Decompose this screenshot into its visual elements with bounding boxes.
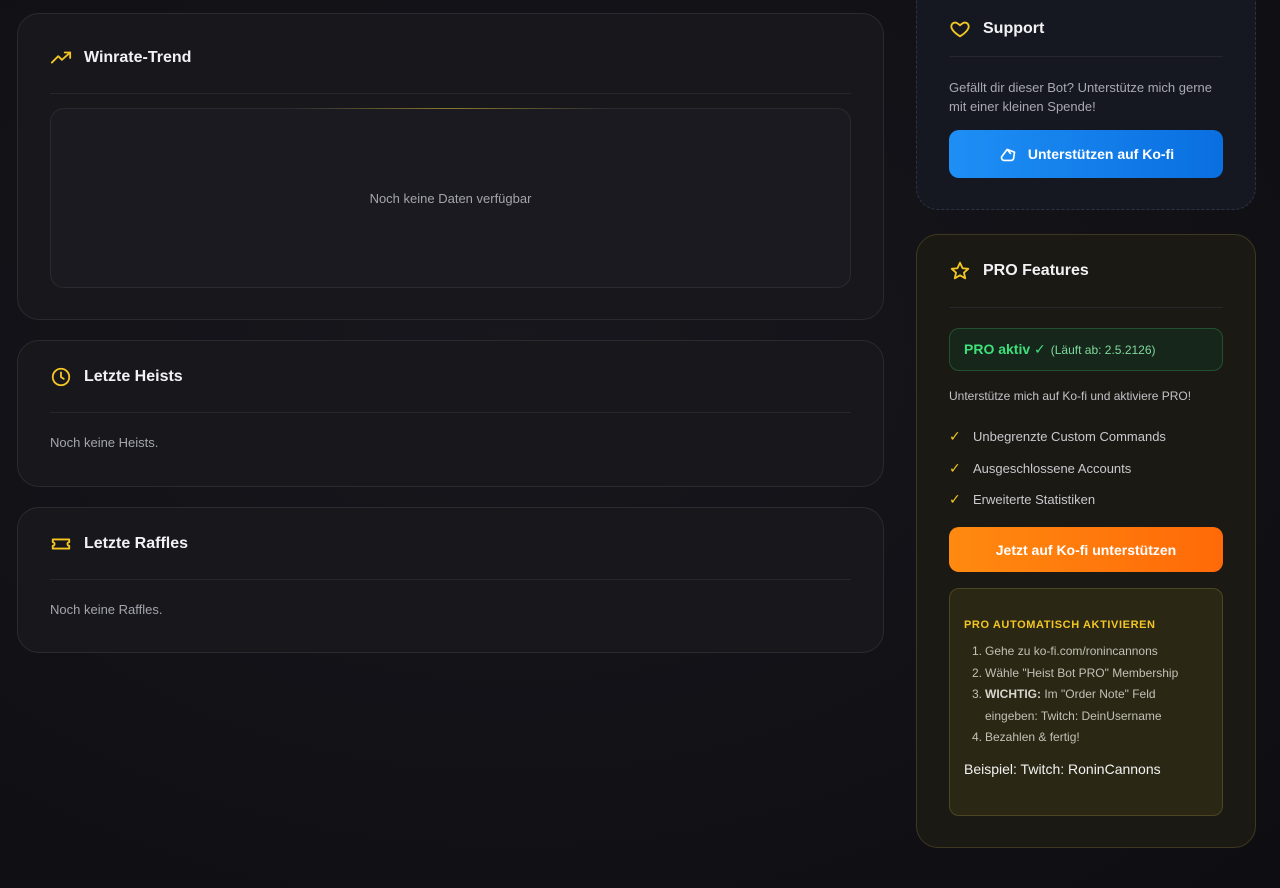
- pro-feature-label: Unbegrenzte Custom Commands: [973, 429, 1166, 445]
- auto-step-text: Bezahlen & fertig!: [985, 730, 1080, 744]
- pro-status-expiry: (Läuft ab: 2.5.2126): [1050, 342, 1156, 357]
- auto-activate-steps: 1. Gehe zu ko-fi.com/ronincannons 2. Wäh…: [964, 641, 1208, 749]
- trending-up-icon: [50, 47, 72, 69]
- auto-activate-step: 2. Wähle "Heist Bot PRO" Membership: [972, 663, 1208, 685]
- kofi-support-button-label: Unterstützen auf Ko-fi: [1027, 146, 1175, 162]
- auto-activate-step: 4. Bezahlen & fertig!: [972, 727, 1208, 749]
- pro-card-title: PRO Features: [983, 262, 1089, 279]
- auto-activate-title: PRO AUTOMATISCH AKTIVIEREN: [964, 619, 1156, 631]
- winrate-trend-card: Winrate-Trend Noch keine Daten verfügbar: [17, 13, 884, 320]
- auto-activate-step: 3. WICHTIG: Im "Order Note" Feld eingebe…: [972, 684, 1208, 727]
- pro-status-label: PRO aktiv ✓: [964, 341, 1046, 357]
- winrate-chart-area: Noch keine Daten verfügbar: [50, 108, 851, 288]
- heart-icon: [949, 18, 971, 40]
- checkmark-icon: ✓: [949, 428, 961, 445]
- pro-intro-text: Unterstütze mich auf Ko-fi und aktiviere…: [949, 389, 1192, 403]
- kofi-cup-icon: [998, 143, 1020, 165]
- pro-feature-item: ✓ Unbegrenzte Custom Commands: [949, 421, 1166, 453]
- support-card-title: Support: [983, 19, 1045, 37]
- support-card-header: Support: [949, 1, 1223, 57]
- pro-feature-list: ✓ Unbegrenzte Custom Commands ✓ Ausgesch…: [949, 421, 1166, 516]
- pro-feature-item: ✓ Erweiterte Statistiken: [949, 484, 1166, 516]
- pro-feature-label: Erweiterte Statistiken: [973, 492, 1096, 508]
- auto-step-text: WICHTIG: Im "Order Note" Feld eingeben: …: [985, 687, 1162, 723]
- pro-feature-label: Ausgeschlossene Accounts: [973, 460, 1132, 476]
- auto-step-text: Wähle "Heist Bot PRO" Membership: [985, 665, 1179, 680]
- auto-activate-step: 1. Gehe zu ko-fi.com/ronincannons: [972, 641, 1208, 663]
- pro-feature-item: ✓ Ausgeschlossene Accounts: [949, 453, 1166, 485]
- auto-activate-example: Beispiel: Twitch: RoninCannons: [964, 760, 1161, 777]
- dashboard-page: Winrate-Trend Noch keine Daten verfügbar…: [0, 0, 1280, 888]
- heists-empty-text: Noch keine Heists.: [50, 435, 159, 450]
- checkmark-icon: ✓: [949, 459, 961, 476]
- pro-status-badge: PRO aktiv ✓ (Läuft ab: 2.5.2126): [949, 328, 1223, 371]
- winrate-card-title: Winrate-Trend: [84, 48, 192, 66]
- raffles-card-header: Letzte Raffles: [50, 508, 851, 580]
- star-icon: [949, 260, 971, 282]
- raffles-card-title: Letzte Raffles: [84, 534, 189, 552]
- winrate-empty-text: Noch keine Daten verfügbar: [369, 190, 532, 206]
- raffles-empty-text: Noch keine Raffles.: [50, 602, 163, 617]
- support-description: Gefällt dir dieser Bot? Unterstütze mich…: [949, 80, 1213, 114]
- important-label: WICHTIG:: [985, 687, 1041, 701]
- checkmark-icon: ✓: [949, 491, 961, 508]
- heists-card-header: Letzte Heists: [50, 341, 851, 413]
- recent-heists-card: Letzte Heists Noch keine Heists.: [17, 340, 884, 487]
- pro-features-card: PRO Features PRO aktiv ✓ (Läuft ab: 2.5.…: [916, 234, 1256, 848]
- kofi-pro-button[interactable]: Jetzt auf Ko-fi unterstützen: [949, 527, 1223, 572]
- recent-raffles-card: Letzte Raffles Noch keine Raffles.: [17, 507, 884, 653]
- kofi-support-button[interactable]: Unterstützen auf Ko-fi: [949, 130, 1223, 178]
- clock-icon: [50, 366, 72, 388]
- winrate-card-header: Winrate-Trend: [50, 22, 851, 94]
- ticket-icon: [50, 533, 72, 555]
- pro-auto-activate-box: PRO AUTOMATISCH AKTIVIEREN 1. Gehe zu ko…: [949, 588, 1223, 816]
- auto-step-text: Gehe zu ko-fi.com/ronincannons: [985, 644, 1158, 658]
- pro-card-header: PRO Features: [949, 235, 1223, 308]
- support-card: Support Gefällt dir dieser Bot? Unterstü…: [916, 0, 1256, 210]
- heists-card-title: Letzte Heists: [84, 367, 183, 385]
